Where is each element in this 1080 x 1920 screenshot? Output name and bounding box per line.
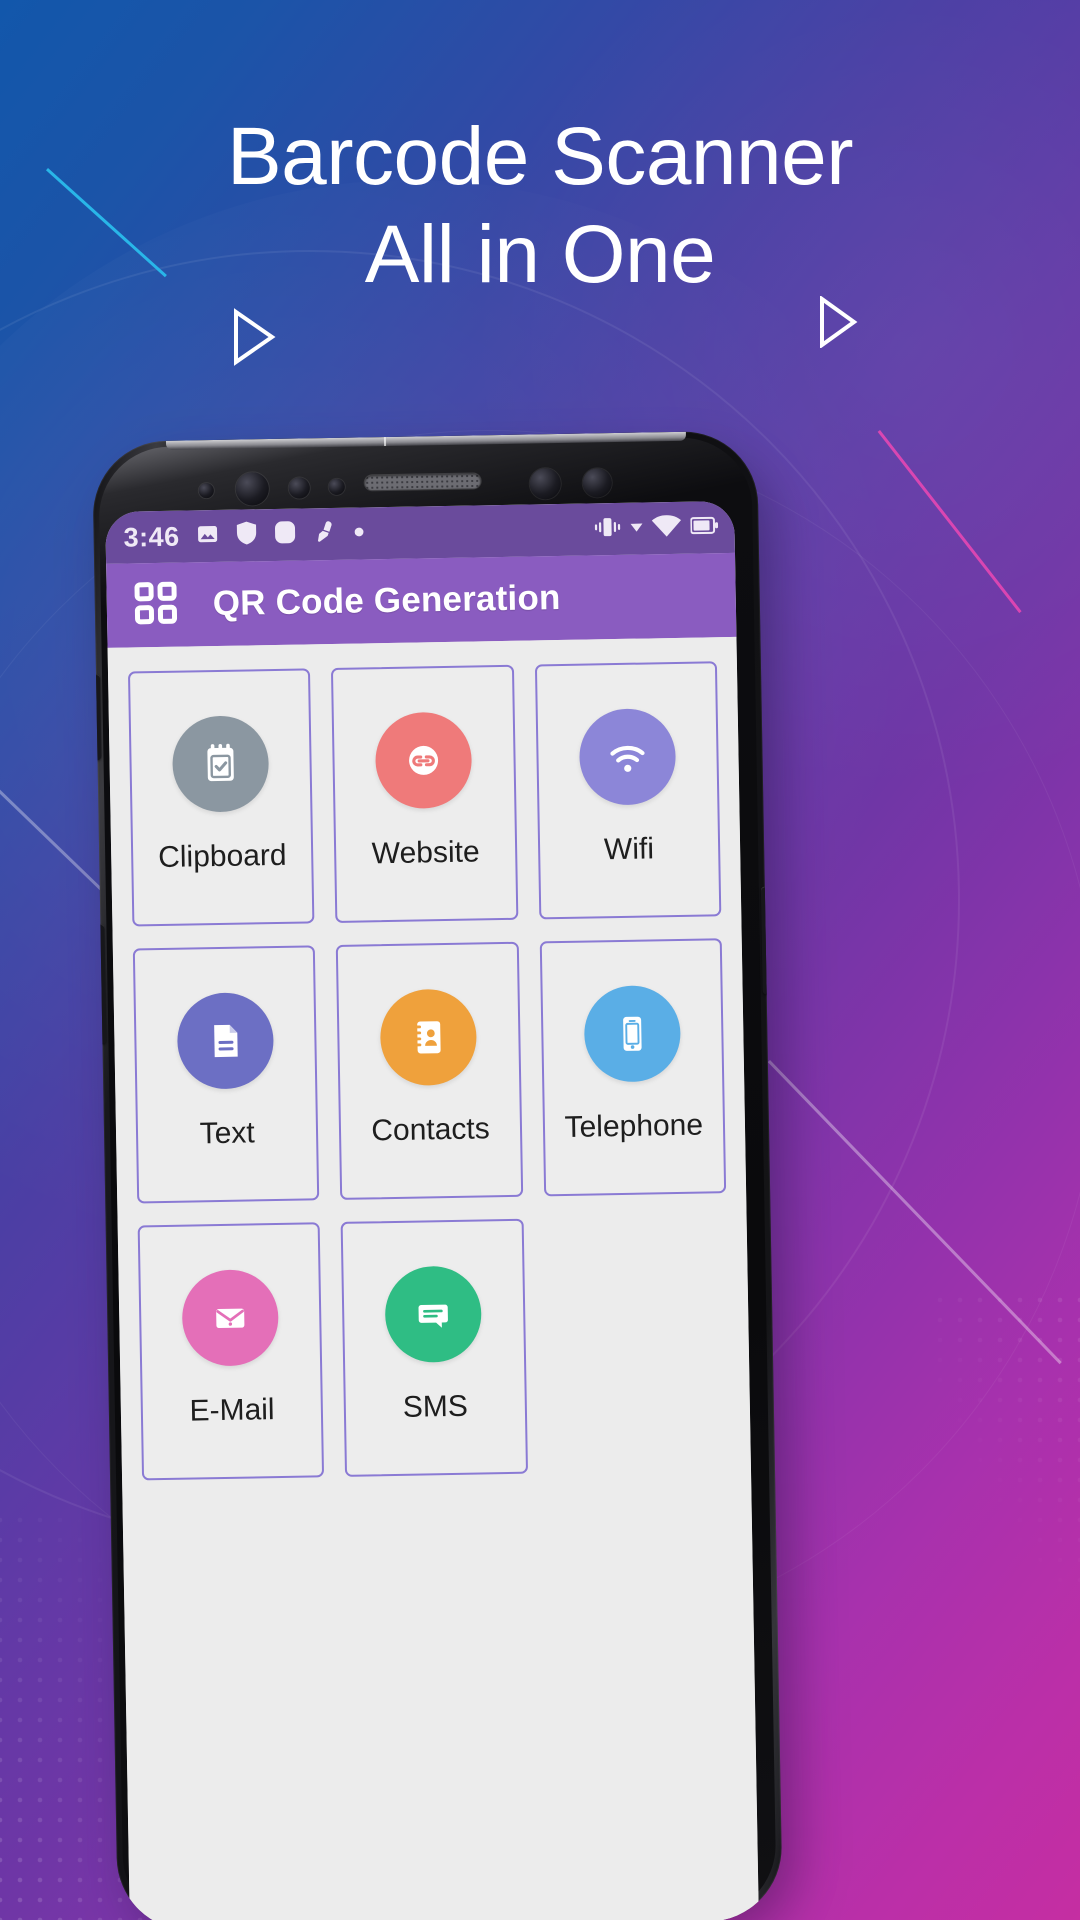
rounded-square-icon [273,520,297,550]
grid-card-text[interactable]: Text [132,945,320,1204]
grid-card-email[interactable]: E-Mail [137,1222,325,1481]
vibrate-icon [593,515,621,542]
grid-card-sms[interactable]: SMS [340,1218,528,1477]
generation-options-grid: Clipboard Website Wifi Text Contacts Tel… [127,661,731,1481]
app-bar-title: QR Code Generation [212,577,561,624]
document-text-icon [176,992,275,1090]
wifi-signal-icon [578,708,677,806]
grid-card-label: Contacts [371,1112,490,1148]
status-bar-left: 3:46 [123,514,593,553]
grid-card-label: Website [371,835,480,871]
earpiece-speaker-icon [364,473,481,491]
battery-icon [689,515,719,540]
dot-icon [353,524,364,542]
grid-card-wifi[interactable]: Wifi [534,661,722,920]
generation-options-screen: Clipboard Website Wifi Text Contacts Tel… [107,636,759,1920]
phone-body: 3:46 QR Code Generation Clipboard Websit… [91,430,783,1920]
status-bar-right [593,514,719,543]
grid-card-label: Telephone [564,1108,704,1144]
status-bar-clock: 3:46 [123,521,180,553]
qr-grid-icon[interactable] [132,579,179,631]
grid-card-contacts[interactable]: Contacts [336,941,523,1200]
grid-card-clipboard[interactable]: Clipboard [127,668,315,927]
carousel-prev-arrow-icon[interactable] [232,308,276,366]
grid-card-telephone[interactable]: Telephone [539,938,727,1197]
carousel-next-arrow-icon[interactable] [818,296,862,354]
phone-screen: 3:46 QR Code Generation Clipboard Websit… [105,500,759,1920]
grid-card-label: Clipboard [157,838,287,875]
proximity-sensor-icon [288,477,310,499]
broom-icon [312,519,338,549]
link-icon [375,711,473,810]
shield-icon [235,520,258,550]
smartphone-icon [583,984,682,1083]
chat-bubble-icon [384,1265,483,1364]
address-book-icon [380,988,478,1087]
front-camera-icon [235,472,270,506]
led-indicator-icon [198,483,214,499]
grid-card-label: SMS [402,1389,469,1424]
background-dot-pattern-right [930,1290,1080,1590]
image-icon [195,521,220,550]
iris-sensor-icon [328,478,345,496]
clipboard-check-icon [171,715,270,813]
iris-camera-icon [529,467,562,500]
promo-headline: Barcode Scanner All in One [0,108,1080,303]
grid-card-label: Wifi [603,832,655,867]
grid-card-label: E-Mail [189,1393,275,1428]
envelope-icon [181,1269,280,1367]
phone-mockup: 3:46 QR Code Generation Clipboard Websit… [91,430,808,1920]
headline-line-1: Barcode Scanner [226,111,854,202]
secondary-camera-icon [582,468,613,498]
headline-line-2: All in One [364,208,716,300]
wifi-icon [651,514,682,542]
app-bar: QR Code Generation [106,552,737,648]
grid-card-website[interactable]: Website [331,664,519,923]
grid-card-label: Text [199,1116,256,1151]
chevron-down-icon [630,520,643,538]
